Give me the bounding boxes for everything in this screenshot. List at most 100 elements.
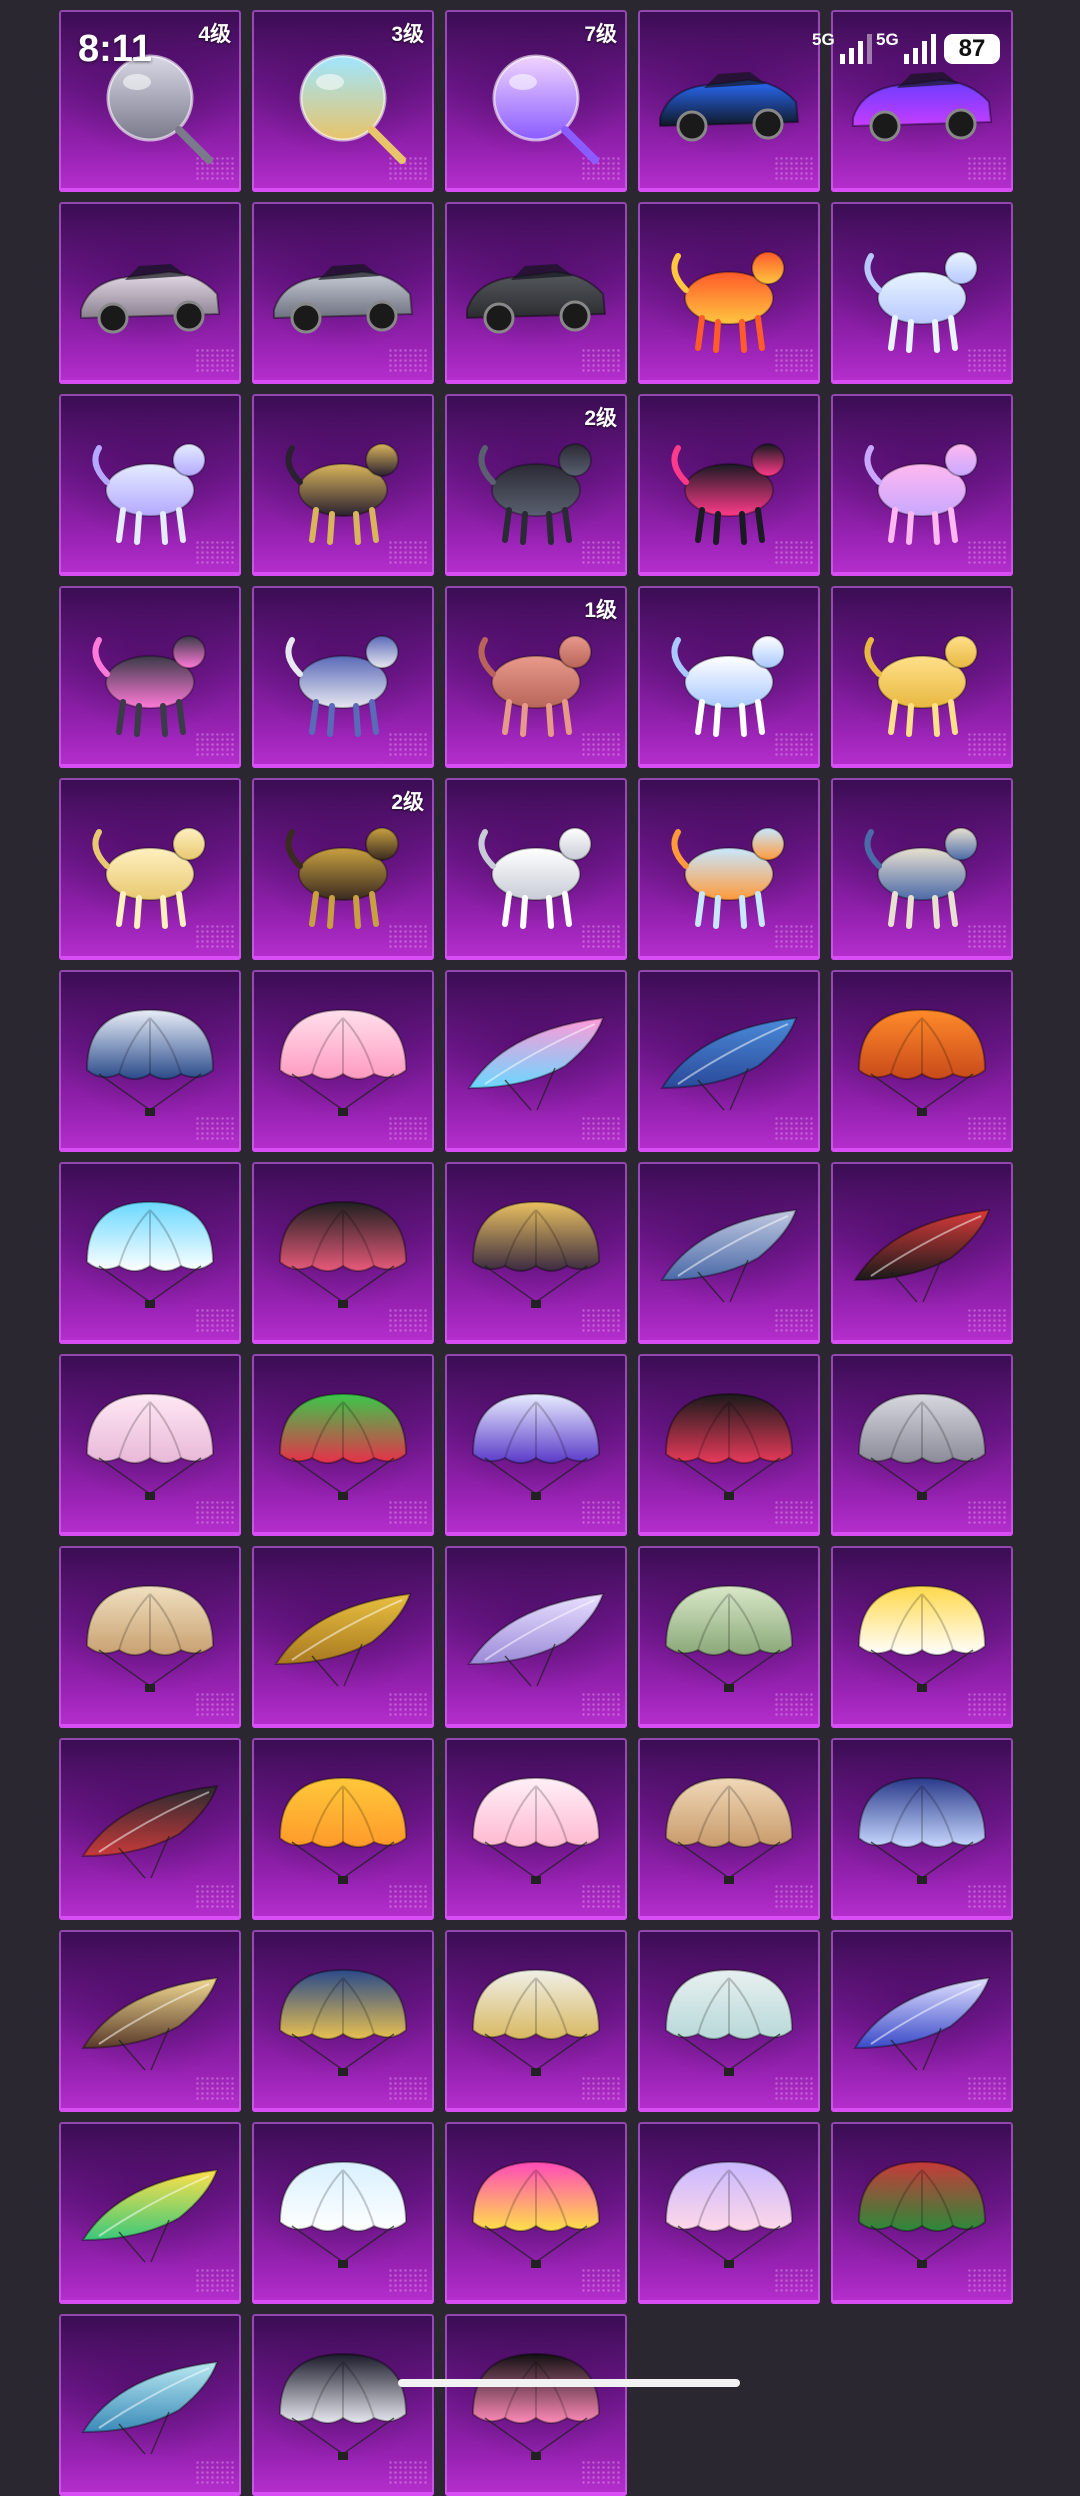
mech-bat-icon — [671, 443, 785, 545]
parachute-princess-icon — [664, 2160, 794, 2268]
parachute-lace-pink-icon — [85, 1392, 215, 1500]
inventory-item[interactable] — [445, 970, 627, 1152]
inventory-item[interactable] — [59, 1738, 241, 1920]
inventory-item[interactable] — [831, 2122, 1013, 2304]
ornate-glider-icon — [864, 827, 978, 929]
inventory-item[interactable] — [445, 1546, 627, 1728]
inventory-item[interactable] — [252, 1930, 434, 2112]
inventory-item[interactable] — [252, 970, 434, 1152]
inventory-item[interactable] — [831, 1546, 1013, 1728]
inventory-item[interactable] — [445, 778, 627, 960]
parachute-demon-icon — [664, 1392, 794, 1500]
inventory-item[interactable] — [638, 1546, 820, 1728]
inventory-item[interactable] — [638, 586, 820, 768]
inventory-item[interactable] — [638, 2122, 820, 2304]
cat-parachute-pink-icon — [278, 1008, 408, 1116]
inventory-grid: 4级 3级 7级 2级 1级 2级 — [59, 10, 1013, 2496]
glider-blue-icon — [660, 1016, 798, 1111]
inventory-item[interactable] — [59, 2314, 241, 2496]
inventory-item[interactable] — [252, 2314, 434, 2496]
crystal-flower-icon — [864, 443, 978, 545]
inventory-item[interactable] — [831, 586, 1013, 768]
network-type-label: 5G — [812, 30, 835, 49]
parachute-magenta-icon — [471, 2160, 601, 2268]
inventory-item[interactable] — [831, 970, 1013, 1152]
white-wings-icon — [478, 827, 592, 929]
inventory-item[interactable] — [638, 394, 820, 576]
inventory-item[interactable] — [445, 202, 627, 384]
inventory-item[interactable] — [638, 970, 820, 1152]
inventory-item[interactable]: 2级 — [445, 394, 627, 576]
inventory-item[interactable]: 2级 — [252, 778, 434, 960]
dragon-serpent-icon — [285, 635, 399, 737]
inventory-item[interactable] — [831, 1162, 1013, 1344]
black-cat-icon — [471, 2352, 601, 2460]
inventory-item[interactable] — [59, 1354, 241, 1536]
fire-orb-icon — [857, 1008, 987, 1116]
inventory-item[interactable] — [59, 1546, 241, 1728]
inventory-item[interactable] — [831, 1930, 1013, 2112]
inventory-item[interactable] — [252, 394, 434, 576]
inventory-item[interactable]: 1级 — [445, 586, 627, 768]
inventory-item[interactable] — [252, 2122, 434, 2304]
inventory-item[interactable] — [445, 2122, 627, 2304]
signal-bars-icon — [904, 34, 936, 64]
parachute-green-cream-icon — [664, 1584, 794, 1692]
inventory-item[interactable] — [638, 1162, 820, 1344]
home-indicator[interactable] — [398, 2379, 740, 2387]
glider-silver-icon — [660, 1208, 798, 1303]
unicorn-mount-icon — [864, 251, 978, 353]
item-level-badge: 2级 — [584, 407, 617, 430]
inventory-item[interactable] — [59, 394, 241, 576]
glider-red-black-icon — [853, 1208, 991, 1303]
clock: 8:11 — [78, 28, 152, 70]
inventory-item[interactable] — [59, 778, 241, 960]
inventory-item[interactable] — [59, 2122, 241, 2304]
inventory-item[interactable] — [59, 1930, 241, 2112]
inventory-item[interactable] — [638, 1738, 820, 1920]
inventory-item[interactable] — [638, 1354, 820, 1536]
emote-figure-icon — [671, 827, 785, 929]
inventory-item[interactable] — [252, 586, 434, 768]
glider-rainbow-icon — [81, 2168, 219, 2263]
inventory-item[interactable] — [252, 202, 434, 384]
parachute-star-gold-icon — [471, 1200, 601, 1308]
inventory-item[interactable] — [445, 1930, 627, 2112]
battery-indicator: 87 — [944, 34, 1000, 64]
glider-stained-glass-icon — [81, 1976, 219, 2071]
parachute-pink-plaid-icon — [471, 1776, 601, 1884]
inventory-item[interactable] — [445, 1738, 627, 1920]
inventory-item[interactable] — [252, 1162, 434, 1344]
tech-parachute-icon — [85, 1008, 215, 1116]
inventory-item[interactable] — [59, 970, 241, 1152]
inventory-item[interactable] — [638, 778, 820, 960]
parachute-cat-face-icon — [664, 1776, 794, 1884]
status-bar: 8:11 5G 5G 87 — [0, 0, 1080, 90]
parachute-joker-icon — [278, 1392, 408, 1500]
inventory-item[interactable] — [59, 202, 241, 384]
inventory-item[interactable] — [252, 1354, 434, 1536]
parachute-navy-icon — [857, 1776, 987, 1884]
network-type-label: 5G — [876, 30, 899, 49]
parachute-duck-icon — [278, 1776, 408, 1884]
inventory-item[interactable] — [445, 1354, 627, 1536]
inventory-item[interactable] — [59, 1162, 241, 1344]
glider-lavender-icon — [467, 1592, 605, 1687]
white-cat-icon — [671, 635, 785, 737]
inventory-item[interactable] — [831, 1738, 1013, 1920]
glider-teal-icon — [81, 2360, 219, 2455]
inventory-item[interactable] — [831, 778, 1013, 960]
inventory-item[interactable] — [59, 586, 241, 768]
suv-white-icon — [80, 264, 221, 334]
parachute-christmas-icon — [857, 2160, 987, 2268]
inventory-item[interactable] — [831, 202, 1013, 384]
inventory-item[interactable] — [831, 1354, 1013, 1536]
inventory-item[interactable] — [252, 1738, 434, 1920]
inventory-item[interactable] — [252, 1546, 434, 1728]
inventory-item[interactable] — [638, 1930, 820, 2112]
inventory-item[interactable] — [445, 2314, 627, 2496]
sports-car-silver-icon — [273, 264, 414, 334]
inventory-item[interactable] — [638, 202, 820, 384]
inventory-item[interactable] — [445, 1162, 627, 1344]
inventory-item[interactable] — [831, 394, 1013, 576]
